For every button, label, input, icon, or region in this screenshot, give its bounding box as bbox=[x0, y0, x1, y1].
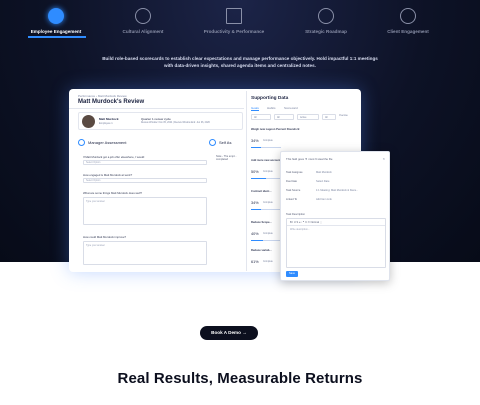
progress-fill bbox=[251, 240, 263, 242]
employee-name: Matt Murdock bbox=[99, 117, 119, 121]
book-demo-button[interactable]: Book A Demo → bbox=[200, 326, 258, 340]
hero-line-2: with data-driven insights, shared agenda… bbox=[164, 63, 316, 68]
metric-value: 40% bbox=[251, 232, 259, 236]
row-key: Task Assignee bbox=[286, 171, 303, 174]
progress-fill bbox=[251, 147, 262, 149]
metric-sub: Complete bbox=[263, 171, 273, 173]
metric-value: 34% bbox=[251, 201, 259, 205]
row-key: Due Date bbox=[286, 180, 297, 183]
avatar bbox=[82, 115, 95, 128]
progress-bar[interactable] bbox=[251, 209, 281, 211]
breadcrumb[interactable]: Performance › Matt Murdock Review bbox=[78, 94, 127, 98]
row-key: Linked To bbox=[286, 198, 298, 201]
panel-row[interactable]: Task Assignee Matt Murdock bbox=[286, 171, 332, 174]
metric-sub: Complete bbox=[263, 202, 273, 204]
hero-description: Build role-based scorecards to establish… bbox=[60, 55, 420, 69]
question-2: How engaged is Matt Murdock at work? bbox=[83, 173, 133, 177]
row-value: Select Date bbox=[316, 180, 330, 183]
self-assessment-heading: Self As bbox=[219, 140, 232, 145]
panel-row[interactable]: Linked To Add Item Link bbox=[286, 198, 332, 201]
tab-productivity[interactable]: Productivity & Performance bbox=[189, 6, 279, 34]
employee-role: Employee 1 bbox=[99, 122, 113, 125]
metric-title: Weigh new Lagoon Percent Rounds B bbox=[251, 128, 300, 131]
save-button[interactable]: Save bbox=[286, 271, 298, 277]
metric-sub: Complete bbox=[263, 261, 273, 263]
question-1: If Matt Murdock got a job offer elsewher… bbox=[83, 155, 145, 159]
self-note: Note - The empl... completed bbox=[216, 155, 237, 162]
tab-employee-engagement[interactable]: Employee Engagement bbox=[11, 6, 101, 34]
filter-1[interactable]: All bbox=[251, 114, 271, 120]
progress-bar[interactable] bbox=[251, 178, 281, 180]
q3-textarea[interactable]: Type your answer bbox=[83, 197, 207, 225]
tab-cultural-alignment[interactable]: Cultural Alignment bbox=[98, 6, 188, 34]
tab-goals[interactable]: Goals bbox=[251, 106, 259, 111]
metric-value: 34% bbox=[251, 139, 259, 143]
metric-value: 50% bbox=[251, 170, 259, 174]
question-4: How could Matt Murdock improve? bbox=[83, 235, 127, 239]
tab-label: Client Engagement bbox=[387, 29, 429, 34]
metric-value: 61% bbox=[251, 260, 259, 264]
employee-card: Matt Murdock Employee 1 Quarter 1 review… bbox=[78, 112, 243, 130]
progress-fill bbox=[251, 178, 266, 180]
progress-bar[interactable] bbox=[251, 147, 281, 149]
review-cycle: Quarter 1 review cycle bbox=[141, 117, 171, 121]
tab-label: Cultural Alignment bbox=[122, 29, 164, 34]
panel-row[interactable]: Task Source 1:1 Meeting: Matt Murdock & K… bbox=[286, 189, 358, 192]
tab-label: Productivity & Performance bbox=[203, 29, 265, 34]
filter-4[interactable]: All bbox=[322, 114, 336, 120]
q2-select[interactable]: Select Option bbox=[83, 178, 207, 183]
divider bbox=[69, 108, 244, 109]
description-editor[interactable]: B I U S ≡ ⁝ ❝ ⟲ ⟳ Normal ⋮ Write descrip… bbox=[286, 218, 386, 268]
metric-sub: Complete bbox=[263, 140, 273, 142]
award-icon bbox=[135, 8, 151, 24]
page-title: Matt Murdock's Review bbox=[78, 99, 145, 105]
section-headline: Real Results, Measurable Returns bbox=[117, 370, 363, 387]
close-icon[interactable]: × bbox=[383, 156, 385, 161]
supporting-data-title: Supporting Data bbox=[251, 96, 289, 101]
question-3: What are some things Matt Murdock does w… bbox=[83, 191, 142, 195]
progress-bar[interactable] bbox=[251, 240, 281, 242]
q1-select[interactable]: Select Option bbox=[83, 160, 207, 165]
manager-icon bbox=[78, 139, 85, 146]
panel-row[interactable]: Due Date Select Date bbox=[286, 180, 329, 183]
tab-scorecard[interactable]: Scorecard bbox=[284, 106, 298, 110]
row-value: Add Item Link bbox=[316, 198, 332, 201]
metric-sub: Complete bbox=[263, 233, 273, 235]
overdue-checkbox[interactable]: Overdue bbox=[339, 115, 348, 117]
tab-strategic-roadmap[interactable]: Strategic Roadmap bbox=[281, 6, 371, 34]
row-value: 1:1 Meeting: Matt Murdock & Kiera... bbox=[316, 189, 359, 192]
tab-label: Strategic Roadmap bbox=[305, 29, 347, 34]
task-panel: This field goes ▼ must 6 steal the file … bbox=[280, 151, 390, 281]
filter-2[interactable]: All bbox=[274, 114, 294, 120]
tab-habits[interactable]: Habits bbox=[267, 106, 276, 110]
editor-toolbar[interactable]: B I U S ≡ ⁝ ❝ ⟲ ⟳ Normal ⋮ bbox=[287, 219, 385, 226]
engagement-icon bbox=[48, 8, 64, 24]
bar-chart-icon bbox=[226, 8, 242, 24]
description-label: Task Description bbox=[286, 213, 306, 216]
tab-client-engagement[interactable]: Client Engagement bbox=[363, 6, 453, 34]
active-tab-indicator bbox=[28, 36, 86, 38]
review-dates: Review Window: Nov 05, 2024 | Review Win… bbox=[141, 122, 210, 124]
row-value: Matt Murdock bbox=[316, 171, 332, 174]
self-assessment-icon bbox=[209, 139, 216, 146]
target-icon bbox=[318, 8, 334, 24]
q4-textarea[interactable]: Type your answer bbox=[83, 241, 207, 265]
panel-heading: This field goes ▼ must 6 steal the file bbox=[286, 157, 333, 161]
progress-fill bbox=[251, 209, 262, 211]
feature-tabs: Employee Engagement Cultural Alignment P… bbox=[0, 6, 480, 38]
client-icon bbox=[400, 8, 416, 24]
hero-line-1: Build role-based scorecards to establish… bbox=[102, 56, 378, 61]
editor-placeholder: Write description... bbox=[290, 228, 310, 231]
row-key: Task Source bbox=[286, 189, 301, 192]
manager-assessment-heading: Manager Assessment bbox=[88, 140, 127, 145]
tab-label: Employee Engagement bbox=[30, 29, 82, 34]
filter-3[interactable]: Active bbox=[297, 114, 319, 120]
